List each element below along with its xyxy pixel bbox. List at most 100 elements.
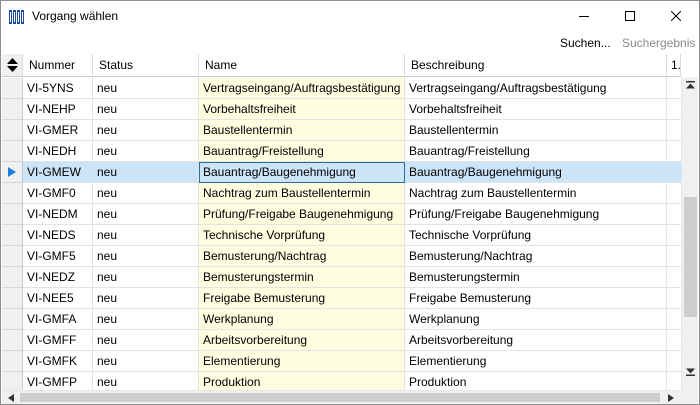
horizontal-scrollbar[interactable] (2, 390, 681, 404)
row-selector[interactable] (2, 141, 23, 162)
minimize-button[interactable] (561, 1, 607, 31)
cell-additional[interactable] (667, 162, 681, 183)
row-selector[interactable] (2, 99, 23, 120)
row-selector[interactable] (2, 288, 23, 309)
row-selector[interactable] (2, 372, 23, 390)
cell-name[interactable]: Vertragseingang/Auftragsbestätigung (199, 78, 405, 99)
cell-additional[interactable] (667, 330, 681, 351)
vertical-scroll-thumb[interactable] (684, 197, 697, 317)
cell-name[interactable]: Bemusterungstermin (199, 267, 405, 288)
column-header-additional[interactable]: 1. Ad (667, 54, 681, 77)
horizontal-scroll-thumb[interactable] (20, 393, 660, 402)
cell-nummer[interactable]: VI-NEDZ (23, 267, 93, 288)
cell-status[interactable]: neu (93, 351, 199, 372)
cell-beschreibung[interactable]: Baustellentermin (405, 120, 667, 141)
table-row[interactable]: VI-GMEW neu Bauantrag/Baugenehmigung Bauant… (2, 162, 681, 183)
row-selector[interactable] (2, 183, 23, 204)
column-header-status[interactable]: Status (93, 54, 199, 77)
cell-name[interactable]: Baustellentermin (199, 120, 405, 141)
table-row[interactable]: VI-GMFA neu Werkplanung Werkplanung (2, 309, 681, 330)
cell-beschreibung[interactable]: Freigabe Bemusterung (405, 288, 667, 309)
table-row[interactable]: VI-NEDH neu Bauantrag/Freistellung Bauantra… (2, 141, 681, 162)
cell-name[interactable]: Elementierung (199, 351, 405, 372)
cell-name[interactable]: Bauantrag/Freistellung (199, 141, 405, 162)
cell-name[interactable]: Technische Vorprüfung (199, 225, 405, 246)
cell-status[interactable]: neu (93, 99, 199, 120)
cell-name[interactable]: Prüfung/Freigabe Baugenehmigung (199, 204, 405, 225)
row-selector[interactable] (2, 204, 23, 225)
vertical-scrollbar[interactable] (681, 77, 698, 390)
cell-status[interactable]: neu (93, 372, 199, 390)
cell-nummer[interactable]: VI-GMFK (23, 351, 93, 372)
cell-additional[interactable] (667, 309, 681, 330)
cell-additional[interactable] (667, 120, 681, 141)
scroll-right-button[interactable] (664, 392, 678, 404)
cell-additional[interactable] (667, 225, 681, 246)
table-row[interactable]: VI-GMFP neu Produktion Produktion (2, 372, 681, 390)
sort-column-button[interactable] (2, 54, 23, 77)
cell-additional[interactable] (667, 204, 681, 225)
cell-beschreibung[interactable]: Bemusterungstermin (405, 267, 667, 288)
cell-nummer[interactable]: VI-NEDS (23, 225, 93, 246)
maximize-button[interactable] (607, 1, 653, 31)
cell-status[interactable]: neu (93, 204, 199, 225)
cell-name[interactable]: Vorbehaltsfreiheit (199, 99, 405, 120)
cell-additional[interactable] (667, 267, 681, 288)
close-button[interactable] (653, 1, 699, 31)
scroll-left-button[interactable] (4, 392, 18, 404)
cell-nummer[interactable]: VI-GMFA (23, 309, 93, 330)
table-row[interactable]: VI-NEE5 neu Freigabe Bemusterung Freigabe B… (2, 288, 681, 309)
row-selector[interactable] (2, 351, 23, 372)
cell-beschreibung[interactable]: Arbeitsvorbereitung (405, 330, 667, 351)
table-row[interactable]: VI-GMFF neu Arbeitsvorbereitung Arbeitsvorb… (2, 330, 681, 351)
cell-beschreibung[interactable]: Technische Vorprüfung (405, 225, 667, 246)
table-row[interactable]: VI-5YNS neu Vertragseingang/Auftragsbestät… (2, 78, 681, 99)
cell-nummer[interactable]: VI-NEDM (23, 204, 93, 225)
cell-beschreibung[interactable]: Vorbehaltsfreiheit (405, 99, 667, 120)
column-header-beschreibung[interactable]: Beschreibung (405, 54, 667, 77)
row-selector[interactable] (2, 225, 23, 246)
cell-additional[interactable] (667, 372, 681, 390)
row-selector[interactable] (2, 162, 23, 183)
cell-status[interactable]: neu (93, 78, 199, 99)
row-selector[interactable] (2, 330, 23, 351)
cell-beschreibung[interactable]: Prüfung/Freigabe Baugenehmigung (405, 204, 667, 225)
cell-nummer[interactable]: VI-GMF5 (23, 246, 93, 267)
scroll-up-button[interactable] (682, 77, 699, 94)
cell-beschreibung[interactable]: Produktion (405, 372, 667, 390)
scroll-down-button[interactable] (682, 363, 699, 380)
table-row[interactable]: VI-NEDM neu Prüfung/Freigabe Baugenehmigun… (2, 204, 681, 225)
search-results-button[interactable]: Suchergebnis (622, 36, 695, 50)
cell-name[interactable]: Arbeitsvorbereitung (199, 330, 405, 351)
cell-status[interactable]: neu (93, 225, 199, 246)
cell-name[interactable]: Produktion (199, 372, 405, 390)
cell-status[interactable]: neu (93, 309, 199, 330)
table-row[interactable]: VI-GMF0 neu Nachtrag zum Baustellentermin N… (2, 183, 681, 204)
cell-nummer[interactable]: VI-GMEW (23, 162, 93, 183)
cell-beschreibung[interactable]: Vertragseingang/Auftragsbestätigung (405, 78, 667, 99)
cell-nummer[interactable]: VI-NEE5 (23, 288, 93, 309)
cell-nummer[interactable]: VI-GMFF (23, 330, 93, 351)
cell-beschreibung[interactable]: Werkplanung (405, 309, 667, 330)
table-row[interactable]: VI-GMFK neu Elementierung Elementierung (2, 351, 681, 372)
cell-status[interactable]: neu (93, 141, 199, 162)
cell-additional[interactable] (667, 246, 681, 267)
cell-beschreibung[interactable]: Nachtrag zum Baustellentermin (405, 183, 667, 204)
cell-beschreibung[interactable]: Elementierung (405, 351, 667, 372)
table-row[interactable]: VI-GMER neu Baustellentermin Baustellenterm… (2, 120, 681, 141)
row-selector[interactable] (2, 267, 23, 288)
cell-nummer[interactable]: VI-NEDH (23, 141, 93, 162)
cell-nummer[interactable]: VI-GMF0 (23, 183, 93, 204)
table-row[interactable]: VI-NEDZ neu Bemusterungstermin Bemusterungs… (2, 267, 681, 288)
cell-nummer[interactable]: VI-5YNS (23, 78, 93, 99)
cell-name[interactable]: Freigabe Bemusterung (199, 288, 405, 309)
cell-nummer[interactable]: VI-GMER (23, 120, 93, 141)
cell-name[interactable]: Bauantrag/Baugenehmigung (199, 162, 405, 183)
column-header-nummer[interactable]: Nummer (23, 54, 93, 77)
row-selector[interactable] (2, 246, 23, 267)
cell-additional[interactable] (667, 351, 681, 372)
cell-status[interactable]: neu (93, 288, 199, 309)
cell-name[interactable]: Werkplanung (199, 309, 405, 330)
cell-nummer[interactable]: VI-NEHP (23, 99, 93, 120)
cell-additional[interactable] (667, 78, 681, 99)
